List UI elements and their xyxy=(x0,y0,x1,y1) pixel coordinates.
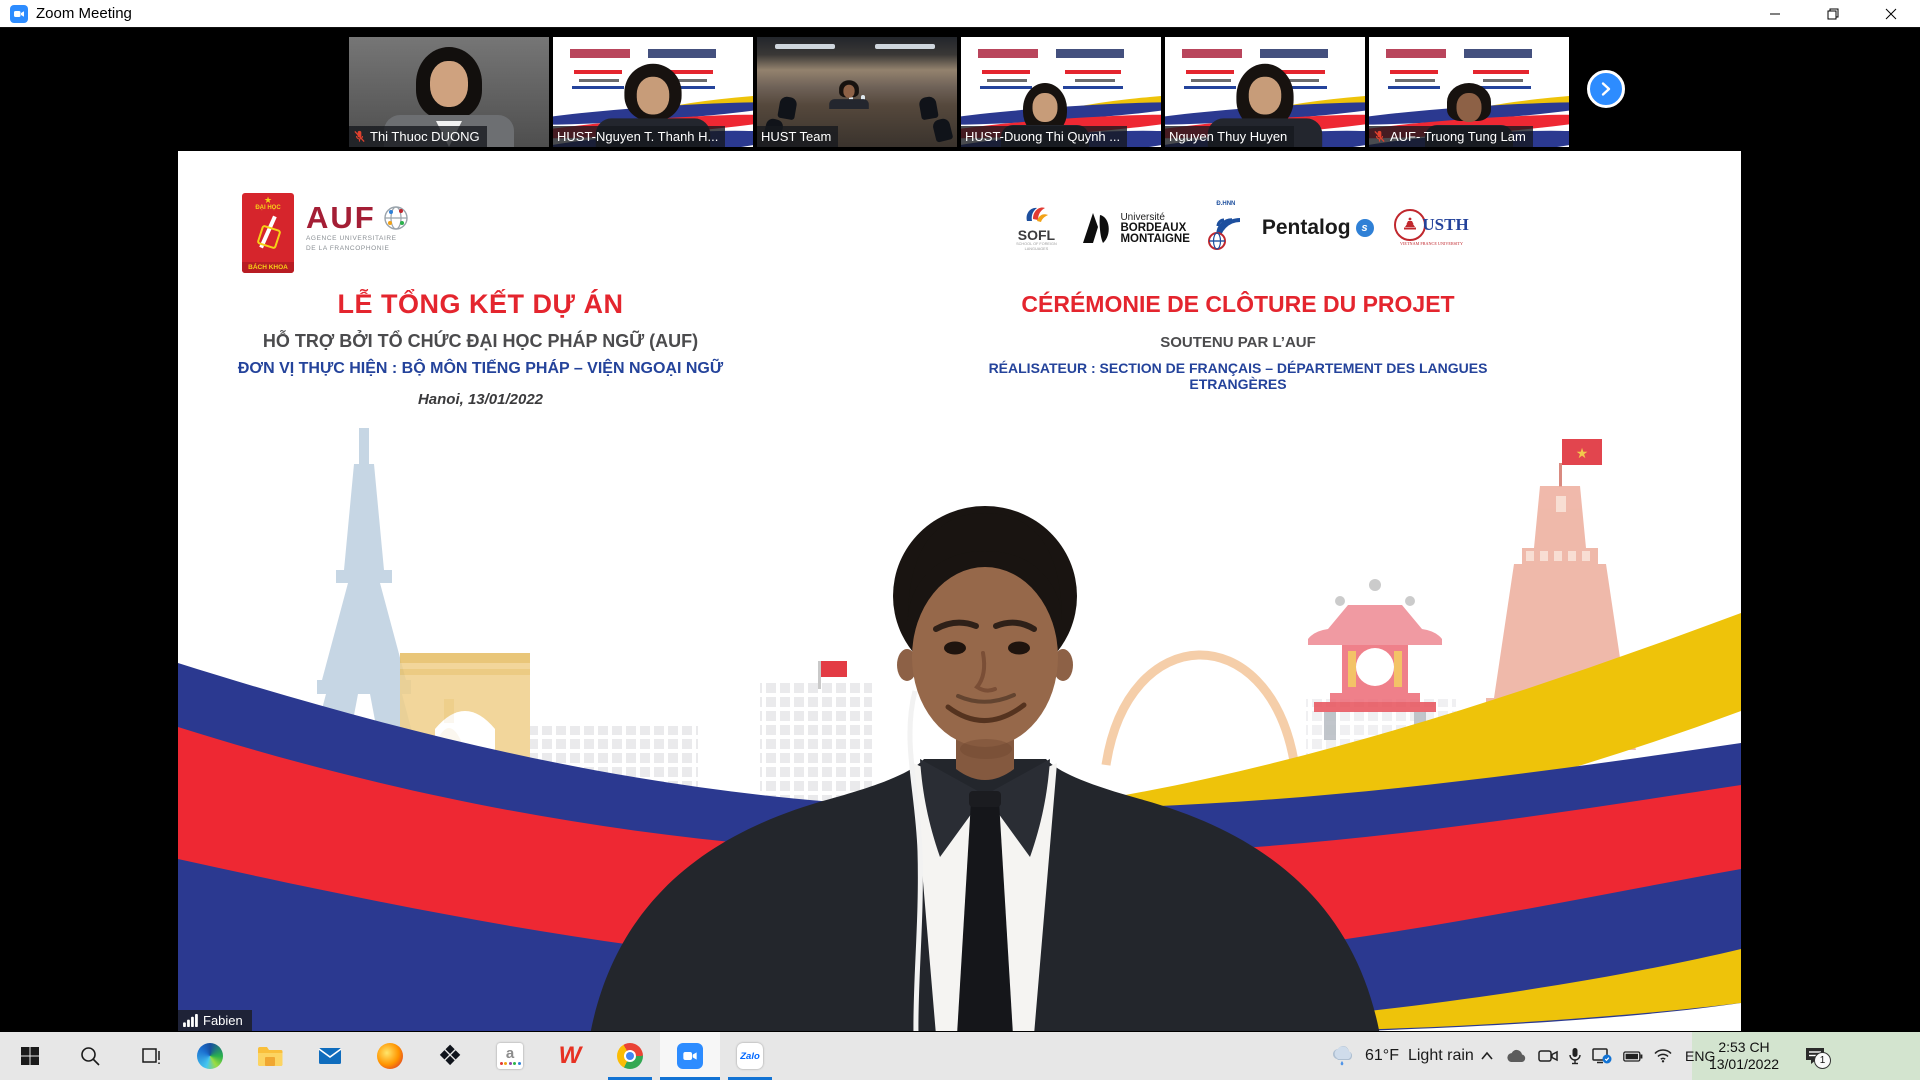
participant-thumbnail-6[interactable]: AUF- Truong Tung Lam xyxy=(1369,37,1569,147)
edge-icon xyxy=(197,1043,223,1069)
window-title: Zoom Meeting xyxy=(36,5,132,22)
speaker-figure xyxy=(178,151,1741,1031)
close-button[interactable] xyxy=(1862,0,1920,27)
action-center-button[interactable]: 1 xyxy=(1792,1032,1838,1080)
wps-icon: W xyxy=(559,1044,582,1068)
participant-name-label: HUST Team xyxy=(757,126,838,147)
participant-name-label: Nguyen Thuy Huyen xyxy=(1165,126,1294,147)
chrome-app-icon[interactable] xyxy=(600,1032,660,1080)
meet-now-icon[interactable] xyxy=(1538,1048,1558,1064)
window-titlebar: Zoom Meeting xyxy=(0,0,1920,28)
ceiling-light xyxy=(875,44,935,49)
chrome-icon xyxy=(617,1043,643,1069)
battery-icon[interactable] xyxy=(1623,1051,1643,1062)
participant-name: AUF- Truong Tung Lam xyxy=(1390,126,1526,147)
task-view-icon xyxy=(139,1046,161,1066)
chair xyxy=(932,117,954,142)
zoom-app-icon xyxy=(10,5,28,23)
dropbox-app-icon[interactable]: ❖ xyxy=(420,1032,480,1080)
microphone-icon[interactable] xyxy=(1569,1047,1581,1065)
participant-thumbnail-1[interactable]: Thi Thuoc DUONG xyxy=(349,37,549,147)
taskbar-apps: ❖ a W Zalo xyxy=(0,1032,780,1080)
participant-name-label: HUST-Nguyen T. Thanh H... xyxy=(553,126,725,147)
weather-temperature: 61°F xyxy=(1365,1047,1399,1065)
firefox-icon xyxy=(377,1043,403,1069)
tray-chevron-up-icon[interactable] xyxy=(1480,1051,1494,1061)
wifi-icon[interactable] xyxy=(1654,1049,1672,1063)
zoom-meeting-window: Zoom Meeting Thi Thuoc DUONG xyxy=(0,0,1920,1080)
taskbar-weather-widget[interactable]: 61°F Light rain xyxy=(1330,1032,1474,1080)
a-app-dots xyxy=(500,1062,521,1065)
clock-date: 13/01/2022 xyxy=(1709,1056,1779,1073)
ceiling-light xyxy=(775,44,835,49)
speaker-nametag: Fabien xyxy=(178,1010,252,1031)
participant-name: HUST-Duong Thi Quynh ... xyxy=(965,126,1120,147)
restore-button[interactable] xyxy=(1804,0,1862,27)
participant-thumbnail-5[interactable]: Nguyen Thuy Huyen xyxy=(1165,37,1365,147)
participant-name-label: AUF- Truong Tung Lam xyxy=(1369,126,1533,147)
participant-thumbnail-2[interactable]: HUST-Nguyen T. Thanh H... xyxy=(553,37,753,147)
mail-icon xyxy=(318,1046,342,1066)
participant-name: HUST Team xyxy=(761,126,831,147)
wps-office-app-icon[interactable]: W xyxy=(540,1032,600,1080)
zalo-icon: Zalo xyxy=(737,1043,763,1069)
figure-face xyxy=(843,85,854,98)
participant-name-label: HUST-Duong Thi Quynh ... xyxy=(961,126,1127,147)
mail-app-icon[interactable] xyxy=(300,1032,360,1080)
figure-face xyxy=(1457,93,1482,122)
weather-condition: Light rain xyxy=(1408,1047,1474,1065)
zoom-icon xyxy=(677,1043,703,1069)
dropbox-icon: ❖ xyxy=(437,1042,462,1070)
start-button[interactable] xyxy=(0,1032,60,1080)
chrome-icon-dot xyxy=(626,1052,634,1060)
participant-name: Nguyen Thuy Huyen xyxy=(1169,126,1287,147)
zalo-wordmark: Zalo xyxy=(740,1051,760,1062)
participant-name: Thi Thuoc DUONG xyxy=(370,126,480,147)
notification-badge: 1 xyxy=(1814,1052,1831,1069)
firefox-app-icon[interactable] xyxy=(360,1032,420,1080)
chair xyxy=(918,96,939,121)
muted-mic-icon xyxy=(1373,130,1386,143)
task-view-button[interactable] xyxy=(120,1032,180,1080)
participant-thumbnail-4[interactable]: HUST-Duong Thi Quynh ... xyxy=(961,37,1161,147)
file-explorer-app-icon[interactable] xyxy=(240,1032,300,1080)
figure-face xyxy=(1033,93,1058,122)
window-controls xyxy=(1746,0,1920,27)
chair xyxy=(777,96,798,121)
speaker-name: Fabien xyxy=(203,1013,243,1028)
chevron-right-icon xyxy=(1598,81,1614,97)
search-button[interactable] xyxy=(60,1032,120,1080)
taskbar-clock[interactable]: 2:53 CH 13/01/2022 xyxy=(1702,1032,1786,1080)
onedrive-icon[interactable] xyxy=(1505,1049,1527,1063)
a-app-letter: a xyxy=(506,1047,514,1061)
minimize-button[interactable] xyxy=(1746,0,1804,27)
your-phone-icon[interactable] xyxy=(1592,1047,1612,1065)
edge-app-icon[interactable] xyxy=(180,1032,240,1080)
muted-mic-icon xyxy=(353,130,366,143)
participant-name-label: Thi Thuoc DUONG xyxy=(349,126,487,147)
portrait-face xyxy=(430,61,468,107)
participant-name: HUST-Nguyen T. Thanh H... xyxy=(557,126,718,147)
system-tray: ENG xyxy=(1480,1032,1717,1080)
zalo-app-icon[interactable]: Zalo xyxy=(720,1032,780,1080)
figure-face xyxy=(637,77,670,115)
main-speaker-view: ★ ★ xyxy=(178,151,1741,1031)
zoom-app-taskbar-icon[interactable] xyxy=(660,1032,720,1080)
a-app-icon-button[interactable]: a xyxy=(480,1032,540,1080)
seated-person xyxy=(827,80,870,109)
a-app-icon: a xyxy=(497,1043,523,1069)
rain-cloud-icon xyxy=(1330,1045,1356,1067)
search-icon xyxy=(79,1045,101,1067)
participant-thumbnail-3[interactable]: HUST Team xyxy=(757,37,957,147)
figure-face xyxy=(1249,77,1282,115)
clock-time: 2:53 CH xyxy=(1718,1039,1769,1056)
signal-bars-icon xyxy=(183,1014,198,1027)
next-participants-button[interactable] xyxy=(1587,70,1625,108)
windows-taskbar: ❖ a W Zalo xyxy=(0,1032,1920,1080)
windows-logo-icon xyxy=(20,1046,40,1066)
figure-body xyxy=(829,99,869,109)
folder-icon xyxy=(257,1045,283,1067)
